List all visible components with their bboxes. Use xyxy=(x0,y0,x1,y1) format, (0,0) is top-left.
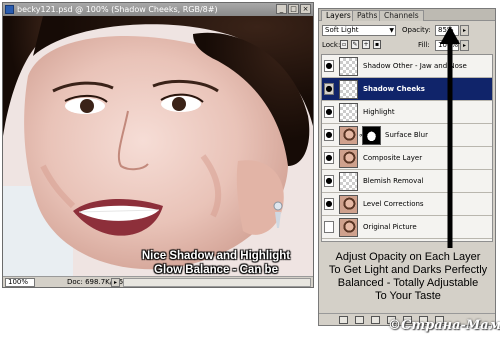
watermark: ©Страна-Мам xyxy=(388,318,500,333)
window-controls: _ □ × xyxy=(276,4,311,14)
eye-icon[interactable]: ● xyxy=(324,175,334,187)
blend-mode-value: Soft Light xyxy=(325,26,359,34)
image-canvas[interactable]: Nice Shadow and Highlight Glow Balance -… xyxy=(3,16,313,276)
layer-name: Shadow Cheeks xyxy=(363,85,425,93)
layer-thumbnail xyxy=(339,172,358,191)
lock-options: ▫ ✎ + ▪ xyxy=(340,40,381,49)
document-titlebar[interactable]: becky121.psd @ 100% (Shadow Cheeks, RGB/… xyxy=(3,3,313,16)
photoshop-icon xyxy=(5,5,14,14)
layer-thumbnail xyxy=(339,80,358,99)
layer-name: Composite Layer xyxy=(363,154,423,162)
lock-transparency-icon[interactable]: ▫ xyxy=(340,40,348,49)
portrait-photo xyxy=(3,16,313,276)
lock-label: Lock: xyxy=(322,41,341,49)
lock-pixels-icon[interactable]: ✎ xyxy=(351,40,359,49)
layer-name: Blemish Removal xyxy=(363,177,424,185)
layer-thumbnail xyxy=(339,126,358,145)
layer-name: Surface Blur xyxy=(385,131,428,139)
document-title: becky121.psd @ 100% (Shadow Cheeks, RGB/… xyxy=(17,5,218,14)
status-menu-arrow-icon[interactable]: ▸ xyxy=(111,278,120,287)
eye-icon[interactable]: ● xyxy=(324,60,334,72)
layer-thumbnail xyxy=(339,218,358,237)
horizontal-scrollbar[interactable] xyxy=(123,278,311,287)
layer-thumbnail xyxy=(339,57,358,76)
layer-thumbnail xyxy=(339,103,358,122)
document-window: becky121.psd @ 100% (Shadow Cheeks, RGB/… xyxy=(2,2,314,288)
screenshot-root: becky121.psd @ 100% (Shadow Cheeks, RGB/… xyxy=(0,0,500,345)
layer-style-icon[interactable] xyxy=(355,316,364,324)
chevron-down-icon: ▼ xyxy=(389,27,394,34)
eye-icon[interactable]: ● xyxy=(324,152,334,164)
eye-icon[interactable]: ● xyxy=(324,106,334,118)
layer-name: Highlight xyxy=(363,108,395,116)
arrow-up-icon xyxy=(440,26,460,248)
fill-label: Fill: xyxy=(418,41,430,49)
status-bar: 100% Doc: 698.7K/6.54M ▸ xyxy=(3,276,313,287)
eye-hidden-icon[interactable] xyxy=(324,221,334,233)
close-button[interactable]: × xyxy=(300,4,311,14)
lock-position-icon[interactable]: + xyxy=(362,40,370,49)
eye-icon[interactable]: ● xyxy=(324,198,334,210)
minimize-button[interactable]: _ xyxy=(276,4,287,14)
eye-icon[interactable]: ● xyxy=(324,129,334,141)
layer-thumbnail xyxy=(339,149,358,168)
layer-mask-thumbnail[interactable] xyxy=(362,126,381,145)
lock-all-icon[interactable]: ▪ xyxy=(373,40,381,49)
blend-mode-select[interactable]: Soft Light ▼ xyxy=(322,25,396,36)
caption-text: Adjust Opacity on Each Layer To Get Ligh… xyxy=(328,251,488,302)
tab-paths[interactable]: Paths xyxy=(352,10,383,21)
tab-channels[interactable]: Channels xyxy=(379,10,424,21)
maximize-button[interactable]: □ xyxy=(288,4,299,14)
add-mask-icon[interactable] xyxy=(371,316,380,324)
link-layers-icon[interactable] xyxy=(339,316,348,324)
layer-thumbnail xyxy=(339,195,358,214)
eye-icon[interactable]: ● xyxy=(324,83,334,95)
opacity-label: Opacity: xyxy=(402,26,431,34)
overlay-annotation: Nice Shadow and Highlight Glow Balance -… xyxy=(141,250,291,276)
layer-name: Level Corrections xyxy=(363,200,424,208)
panel-tabs: Layers Paths Channels xyxy=(319,9,495,21)
tab-layers[interactable]: Layers xyxy=(321,10,356,21)
layer-name: Original Picture xyxy=(363,223,417,231)
zoom-field[interactable]: 100% xyxy=(5,278,35,287)
